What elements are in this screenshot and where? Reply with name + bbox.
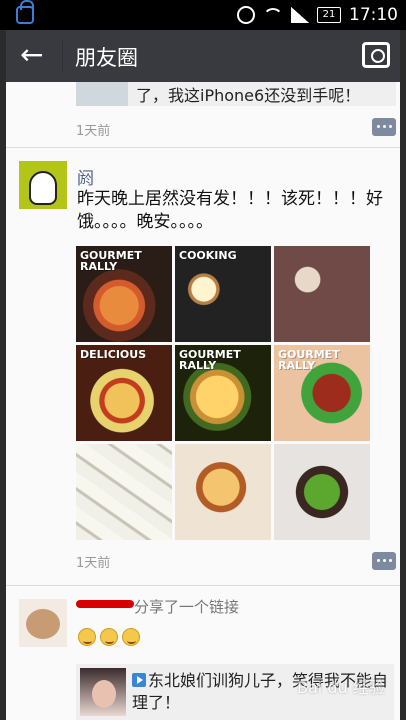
emoji-icon <box>78 628 96 646</box>
food-photo[interactable]: GOURMET RALLY <box>76 246 172 342</box>
watermark: Bai du 经验 <box>297 678 385 697</box>
alarm-icon <box>237 6 255 24</box>
avatar[interactable] <box>19 599 67 647</box>
food-photo[interactable]: GOURMET RALLY <box>175 345 271 441</box>
food-photo[interactable] <box>76 444 172 540</box>
food-photo[interactable] <box>175 444 271 540</box>
comment-icon[interactable] <box>372 118 396 136</box>
redacted-name <box>76 600 134 608</box>
link-thumbnail <box>80 668 126 716</box>
feed-post: 了，我这iPhone6还没到手呢！ 1天前 <box>6 82 400 148</box>
shared-preview[interactable]: 了，我这iPhone6还没到手呢！ <box>76 82 396 106</box>
moments-feed[interactable]: 了，我这iPhone6还没到手呢！ 1天前 阏 昨天晚上居然没有发！！！该死！！… <box>6 82 400 720</box>
bear-avatar-icon <box>26 609 60 639</box>
shared-link-caption: 分享了一个链接 <box>134 598 240 616</box>
avatar[interactable] <box>19 161 67 209</box>
status-icons: 21 17:10 <box>237 5 398 25</box>
food-photo[interactable] <box>274 246 370 342</box>
post-time: 1天前 <box>76 556 111 571</box>
video-icon <box>132 673 146 687</box>
image-grid: GOURMET RALLY COOKING DELICIOUS GOURMET … <box>76 246 370 540</box>
comment-icon[interactable] <box>372 552 396 570</box>
back-button[interactable]: ← <box>20 41 48 70</box>
food-photo[interactable]: GOURMET RALLY <box>274 345 370 441</box>
signal-icon <box>291 7 309 23</box>
battery-indicator: 21 <box>317 7 341 23</box>
page-title: 朋友圈 <box>75 46 138 70</box>
post-author[interactable]: 阏 <box>77 164 94 189</box>
post-time: 1天前 <box>76 124 111 139</box>
top-bar: ← 朋友圈 <box>6 30 400 82</box>
avatar-face-icon <box>29 171 57 205</box>
shared-preview-text: 了，我这iPhone6还没到手呢！ <box>136 86 361 105</box>
feed-post: 阏 昨天晚上居然没有发！！！该死！！！好饿。。。。晚安。。。。 GOURMET … <box>6 148 400 586</box>
shared-thumbnail <box>76 82 128 106</box>
clock: 17:10 <box>349 5 398 25</box>
food-photo[interactable]: COOKING <box>175 246 271 342</box>
food-photo[interactable] <box>274 444 370 540</box>
status-bar: 21 17:10 <box>0 0 406 30</box>
feed-post: 分享了一个链接 东北娘们训狗儿子，笑得我不能自理了！ <box>6 586 400 720</box>
header-divider <box>62 40 63 72</box>
wifi-icon <box>263 8 283 22</box>
emoji-icon <box>122 628 140 646</box>
food-photo[interactable]: DELICIOUS <box>76 345 172 441</box>
post-text: 昨天晚上居然没有发！！！该死！！！好饿。。。。晚安。。。。 <box>77 189 383 232</box>
camera-icon[interactable] <box>362 42 390 68</box>
lock-icon <box>16 0 34 24</box>
emoji-icon <box>100 628 118 646</box>
